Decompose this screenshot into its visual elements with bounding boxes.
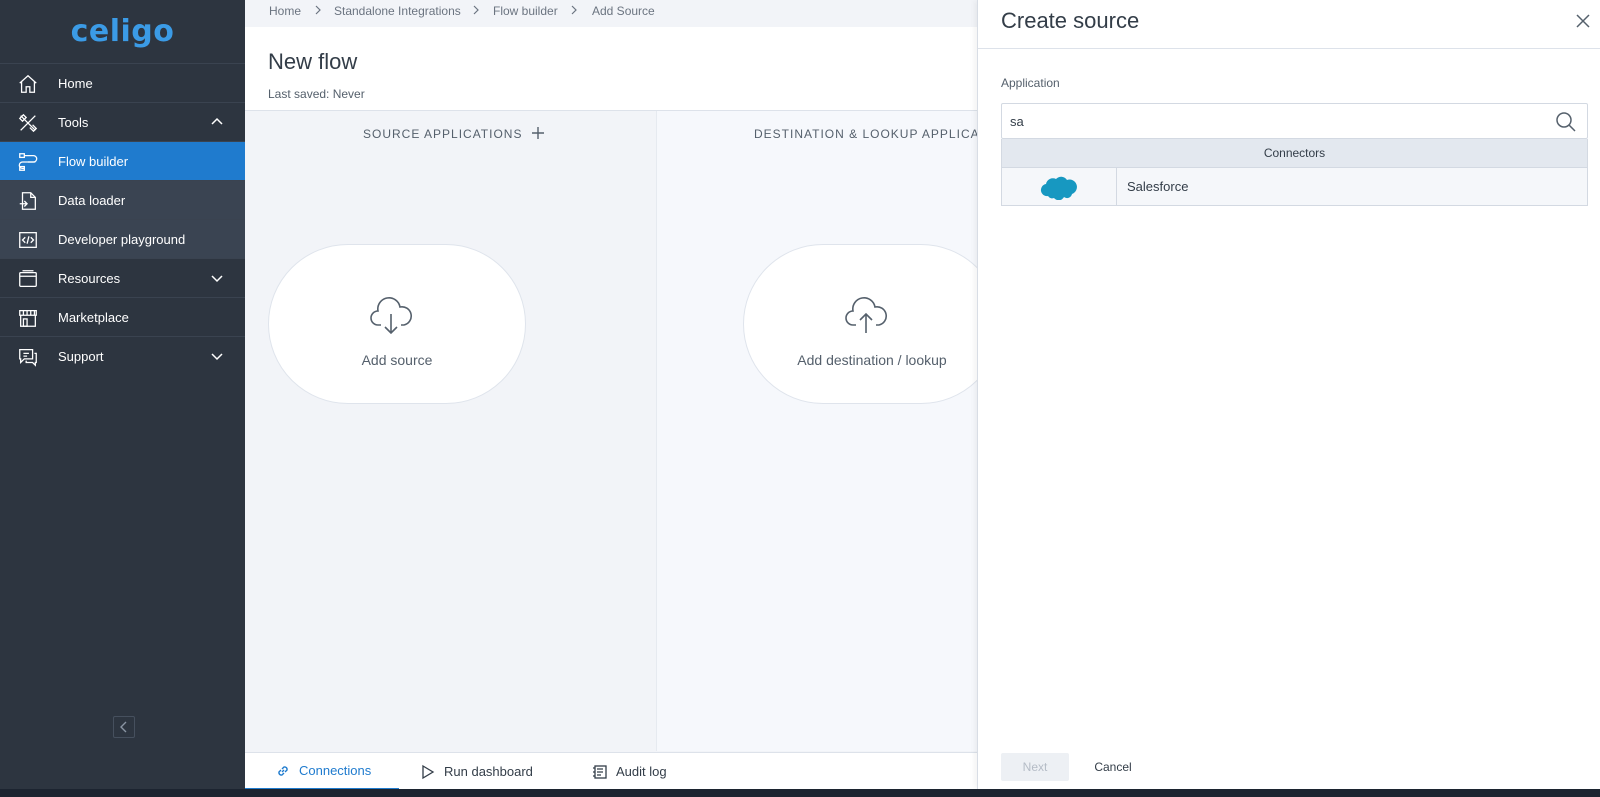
marketplace-icon <box>19 310 37 327</box>
chevron-down-icon <box>211 353 223 361</box>
create-source-drawer: Create source Application Connectors Sal… <box>977 0 1600 789</box>
tools-icon <box>18 113 38 133</box>
main-content: Home Standalone Integrations Flow builde… <box>245 0 977 790</box>
data-loader-icon <box>19 192 36 210</box>
sidebar-item-support[interactable]: Support <box>0 336 245 375</box>
breadcrumb: Home Standalone Integrations Flow builde… <box>245 0 977 27</box>
cloud-download-icon <box>370 297 413 335</box>
last-saved-status: Last saved: Never <box>268 87 365 101</box>
add-source-plus-icon[interactable] <box>531 126 545 140</box>
page-title[interactable]: New flow <box>268 49 357 75</box>
application-search-box[interactable] <box>1001 103 1588 139</box>
code-icon <box>19 232 37 248</box>
cancel-button[interactable]: Cancel <box>1078 753 1148 781</box>
application-search-input[interactable] <box>1010 110 1530 132</box>
sidebar-item-tools[interactable]: Tools <box>0 102 245 141</box>
drawer-title: Create source <box>1001 8 1140 33</box>
add-destination-label: Add destination / lookup <box>797 352 947 368</box>
home-icon <box>19 74 37 93</box>
sidebar-item-data-loader[interactable]: Data loader <box>0 180 245 219</box>
result-label: Salesforce <box>1127 179 1189 194</box>
sidebar-item-home[interactable]: Home <box>0 63 245 102</box>
sidebar-item-developer-playground[interactable]: Developer playground <box>0 219 245 258</box>
sidebar-item-flow-builder[interactable]: Flow builder <box>0 141 245 180</box>
sidebar-item-label: Support <box>58 349 104 364</box>
result-row-salesforce[interactable]: Salesforce <box>1002 167 1587 205</box>
flow-header: New flow Last saved: Never <box>245 27 977 111</box>
application-label: Application <box>1001 76 1060 90</box>
sidebar-item-label: Home <box>58 76 93 91</box>
sidebar-item-label: Data loader <box>58 193 126 208</box>
add-source-bubble[interactable]: Add source <box>268 244 526 404</box>
chevron-left-icon <box>120 721 127 733</box>
breadcrumb-flow-builder[interactable]: Flow builder <box>493 4 558 18</box>
search-results: Connectors Salesforce <box>1001 139 1588 206</box>
collapse-sidebar-button[interactable] <box>113 716 135 738</box>
add-destination-bubble[interactable]: Add destination / lookup <box>743 244 977 404</box>
sidebar-item-label: Developer playground <box>58 232 186 247</box>
link-icon <box>278 765 288 776</box>
next-button[interactable]: Next <box>1001 753 1069 781</box>
results-group-header: Connectors <box>1002 139 1587 167</box>
source-applications-heading: SOURCE APPLICATIONS <box>363 127 523 141</box>
destination-applications-column: DESTINATION & LOOKUP APPLICATIONS Add de… <box>656 111 977 751</box>
breadcrumb-standalone-integrations[interactable]: Standalone Integrations <box>334 4 461 18</box>
flow-builder-icon <box>18 153 38 171</box>
chevron-right-icon <box>315 5 321 15</box>
breadcrumb-add-source: Add Source <box>592 4 655 18</box>
support-icon <box>19 349 37 367</box>
sidebar-item-label: Resources <box>58 271 121 286</box>
sidebar-item-label: Marketplace <box>58 310 129 325</box>
chevron-right-icon <box>473 5 479 15</box>
close-icon[interactable] <box>1575 13 1591 29</box>
sidebar-item-label: Flow builder <box>58 154 129 169</box>
sidebar: celigo Home Tools Flow builder Data load… <box>0 0 245 789</box>
resources-icon <box>19 270 37 287</box>
add-source-label: Add source <box>361 352 433 368</box>
tab-audit-log[interactable]: Audit log <box>592 753 667 790</box>
cloud-upload-icon <box>845 297 888 333</box>
tab-connections[interactable]: Connections <box>245 753 399 790</box>
chevron-up-icon <box>211 117 223 125</box>
audit-log-icon <box>593 764 607 779</box>
breadcrumb-home[interactable]: Home <box>269 4 301 18</box>
sidebar-item-marketplace[interactable]: Marketplace <box>0 297 245 336</box>
drawer-divider <box>978 48 1600 49</box>
celigo-logo[interactable]: celigo <box>0 0 245 63</box>
salesforce-logo-icon <box>1040 176 1077 200</box>
sidebar-item-resources[interactable]: Resources <box>0 258 245 297</box>
chevron-right-icon <box>571 5 577 15</box>
tab-run-dashboard[interactable]: Run dashboard <box>420 753 533 790</box>
salesforce-logo-cell <box>1002 168 1117 205</box>
search-icon[interactable] <box>1555 111 1577 133</box>
source-applications-column: SOURCE APPLICATIONS Add source <box>245 111 656 751</box>
chevron-down-icon <box>211 275 223 283</box>
sidebar-item-label: Tools <box>58 115 89 130</box>
destination-applications-heading: DESTINATION & LOOKUP APPLICATIONS <box>754 127 977 141</box>
window-bottom-edge <box>0 789 1600 797</box>
play-icon <box>422 764 435 779</box>
bottom-tabs: Connections Run dashboard Audit log <box>245 752 977 790</box>
